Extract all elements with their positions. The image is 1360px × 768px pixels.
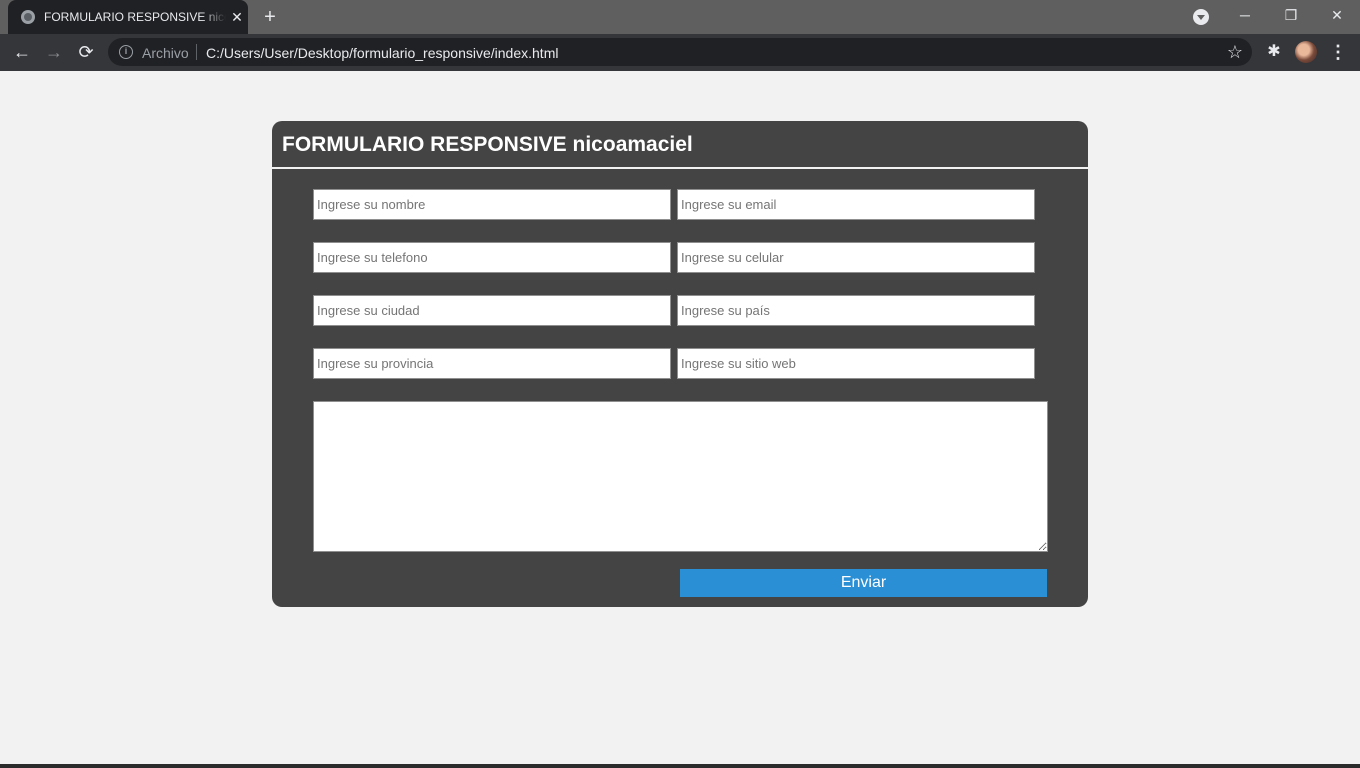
title-divider [272,167,1088,169]
globe-icon [21,10,35,24]
security-label[interactable]: Archivo [142,45,189,61]
contact-form-card: FORMULARIO RESPONSIVE nicoamaciel Enviar [272,121,1088,607]
ciudad-input[interactable] [313,295,671,326]
sitio-web-input[interactable] [677,348,1035,379]
active-tab[interactable]: FORMULARIO RESPONSIVE nicoamaciel ✕ [8,0,248,34]
pais-input[interactable] [677,295,1035,326]
tab-strip: FORMULARIO RESPONSIVE nicoamaciel ✕ + ─ … [0,0,1360,34]
omnibox-divider [196,44,197,60]
reload-button[interactable]: ⟳ [72,38,100,66]
kebab-menu-icon[interactable]: ⋮ [1328,40,1348,64]
star-icon[interactable]: ☆ [1224,41,1246,63]
new-tab-button[interactable]: + [258,5,282,29]
email-input[interactable] [677,189,1035,220]
minimize-button[interactable]: ─ [1222,0,1268,30]
url-text[interactable]: C:/Users/User/Desktop/formulario_respons… [206,45,558,61]
tab-close-icon[interactable]: ✕ [228,8,246,26]
tab-search-icon[interactable] [1193,9,1209,25]
celular-input[interactable] [677,242,1035,273]
form-title: FORMULARIO RESPONSIVE nicoamaciel [282,133,693,156]
message-textarea[interactable] [313,401,1048,552]
close-window-button[interactable]: ✕ [1314,0,1360,30]
info-icon[interactable]: i [119,45,133,59]
window-bottom-edge [0,764,1360,768]
restore-button[interactable]: ❐ [1268,0,1314,30]
provincia-input[interactable] [313,348,671,379]
address-bar[interactable]: i Archivo C:/Users/User/Desktop/formular… [108,38,1252,66]
forward-button[interactable]: → [40,38,68,66]
enviar-button[interactable]: Enviar [680,569,1047,597]
telefono-input[interactable] [313,242,671,273]
nombre-input[interactable] [313,189,671,220]
back-button[interactable]: ← [8,38,36,66]
puzzle-icon[interactable]: ✱ [1262,40,1286,64]
avatar[interactable] [1295,41,1317,63]
browser-toolbar: ← → ⟳ i Archivo C:/Users/User/Desktop/fo… [0,34,1360,71]
tab-title: FORMULARIO RESPONSIVE nicoamaciel [44,10,226,26]
